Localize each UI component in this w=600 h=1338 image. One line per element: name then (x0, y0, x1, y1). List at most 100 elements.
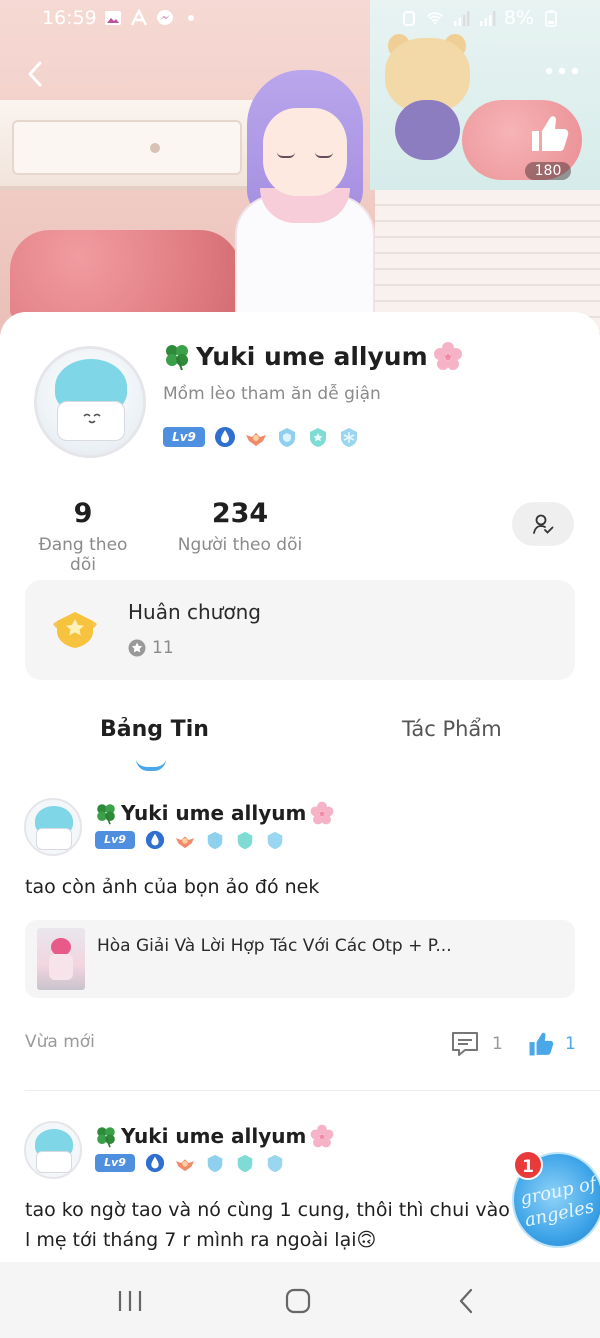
post-author-name-text: Yuki ume allyum (121, 801, 307, 825)
level-badge: Lv9 (95, 831, 135, 849)
post-author-name[interactable]: Yuki ume allyum (94, 800, 335, 826)
status-bar: 16:59 8% (0, 0, 600, 38)
wings-badge-icon[interactable] (245, 426, 267, 448)
profile-like-button[interactable]: 180 (518, 112, 578, 184)
banner-drawer-knob (150, 143, 160, 153)
following-label: Đang theo dõi (38, 535, 128, 575)
star-badge-icon (237, 831, 253, 850)
gallery-notification-icon (105, 11, 121, 25)
water-drop-badge-icon (145, 1153, 165, 1173)
messenger-icon (157, 10, 173, 25)
wifi-icon (426, 12, 443, 25)
wings-badge-icon (175, 836, 195, 849)
more-options-button[interactable] (542, 58, 582, 82)
profile-like-count: 180 (524, 162, 572, 180)
medals-card[interactable]: Huân chương 11 (25, 580, 575, 680)
followers-count: 234 (211, 498, 269, 529)
thumbs-up-icon (529, 1032, 554, 1056)
post-text: tao ko ngờ tao và nó cùng 1 cung, thôi t… (25, 1199, 510, 1251)
system-nav-bar (0, 1262, 600, 1338)
level-badge[interactable]: Lv9 (163, 427, 205, 447)
crystal-badge-icon (267, 1154, 283, 1173)
followers-stat[interactable]: 234 Người theo dõi (176, 498, 304, 555)
medals-count: 11 (152, 638, 174, 658)
feed-post[interactable]: Yuki ume allyum Lv9 tao còn ảnh của bọn … (0, 798, 600, 1098)
shared-work-title: Hòa Giải Và Lời Hợp Tác Với Các Otp + P.… (97, 936, 452, 956)
post-author-badges: Lv9 (95, 830, 285, 850)
profile-name: Yuki ume allyum (162, 340, 464, 372)
banner-avatar-character (225, 70, 385, 340)
clover-icon (97, 804, 115, 825)
crystal-badge-icon (267, 831, 283, 850)
more-dots-icon (545, 67, 579, 75)
crystal-badge-icon[interactable] (338, 426, 360, 448)
post-author-name-text: Yuki ume allyum (121, 1124, 307, 1148)
tab-works[interactable]: Tác Phẩm (402, 717, 502, 741)
person-check-icon (533, 514, 554, 534)
back-nav-icon (459, 1288, 473, 1314)
dot-notification-icon (188, 15, 194, 21)
shield-badge-icon (207, 1154, 223, 1173)
clover-icon (97, 1127, 115, 1148)
back-button[interactable] (20, 60, 50, 90)
alarm-icon (402, 11, 415, 26)
comment-button[interactable]: 1 (450, 1030, 503, 1058)
water-drop-badge-icon[interactable] (214, 426, 236, 448)
battery-icon (545, 10, 557, 27)
profile-tabs: Bảng Tin Tác Phẩm (0, 717, 600, 777)
home-button[interactable] (278, 1286, 318, 1316)
tab-feed[interactable]: Bảng Tin (100, 717, 209, 742)
profile-sheet: Yuki ume allyum Mồm lèo tham ăn dễ giận … (0, 312, 600, 1338)
signal-2-icon (479, 11, 496, 26)
sakura-icon (310, 801, 334, 825)
post-author-badges: Lv9 (95, 1153, 285, 1173)
profile-badges: Lv9 (163, 426, 360, 448)
sakura-icon (310, 1124, 334, 1148)
post-author-name[interactable]: Yuki ume allyum (94, 1123, 335, 1149)
status-time: 16:59 (42, 7, 97, 29)
group-floating-text: group of angeles (518, 1173, 599, 1232)
star-circle-icon (128, 639, 146, 657)
medals-count-row: 11 (128, 638, 174, 658)
recent-apps-icon (118, 1291, 142, 1311)
like-button[interactable]: 1 (527, 1030, 576, 1058)
level-badge: Lv9 (95, 1154, 135, 1172)
follow-status-button[interactable] (512, 502, 574, 546)
wings-badge-icon (175, 1159, 195, 1172)
banner-stool (10, 230, 240, 320)
thumbs-up-icon (532, 116, 569, 151)
feed-post[interactable]: Yuki ume allyum Lv9 tao ko ngờ tao và nó… (0, 1121, 600, 1261)
app-notification-icon (130, 9, 148, 26)
recent-apps-button[interactable] (110, 1286, 150, 1316)
profile-name-text: Yuki ume allyum (196, 341, 428, 371)
banner-drawer (12, 120, 242, 175)
following-count: 9 (73, 498, 93, 529)
tab-active-indicator (136, 759, 166, 771)
battery-percent: 8% (503, 7, 534, 29)
star-badge-icon[interactable] (307, 426, 329, 448)
profile-avatar[interactable] (34, 346, 146, 458)
star-badge-icon (237, 1154, 253, 1173)
shared-work-card[interactable]: Hòa Giải Và Lời Hợp Tác Với Các Otp + P.… (25, 920, 575, 998)
clover-icon (166, 345, 188, 371)
post-author-avatar[interactable] (24, 1121, 82, 1179)
post-text: tao còn ảnh của bọn ảo đó nek (25, 876, 320, 898)
comment-icon (452, 1032, 478, 1056)
water-drop-badge-icon (145, 830, 165, 850)
like-count: 1 (565, 1034, 576, 1054)
signal-icon (453, 11, 470, 26)
post-time: Vừa mới (25, 1032, 95, 1052)
gold-medal-icon (53, 612, 97, 648)
post-divider (25, 1090, 600, 1091)
sakura-icon (433, 342, 462, 370)
profile-banner: 180 (0, 0, 600, 340)
medals-title: Huân chương (128, 600, 261, 624)
following-stat[interactable]: 9 Đang theo dõi (24, 498, 142, 575)
back-nav-button[interactable] (446, 1286, 486, 1316)
notification-badge: 1 (513, 1150, 543, 1180)
post-author-avatar[interactable] (24, 798, 82, 856)
home-icon (285, 1288, 311, 1314)
banner-plush-bear (380, 34, 475, 168)
shield-badge-icon[interactable] (276, 426, 298, 448)
profile-bio: Mồm lèo tham ăn dễ giận (163, 384, 381, 404)
